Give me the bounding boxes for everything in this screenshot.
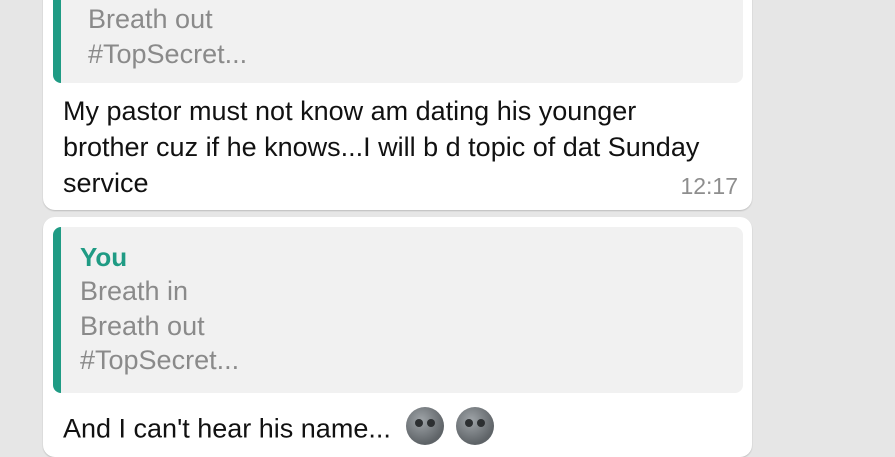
grimacing-face-emoji-icon (406, 407, 445, 445)
emoji-group (406, 407, 498, 454)
quoted-message[interactable]: You Breath in Breath out #TopSecret... (53, 227, 743, 393)
quoted-message-line: Breath in (80, 276, 189, 306)
quoted-message-line: #TopSecret... (88, 38, 248, 69)
grimacing-face-emoji-icon (455, 407, 494, 445)
message-bubble[interactable]: You Breath in Breath out #TopSecret... A… (43, 217, 752, 457)
message-text-row: And I can't hear his name... (63, 407, 703, 454)
message-text: And I can't hear his name... (63, 413, 391, 444)
quoted-message-author: You (80, 242, 128, 272)
quoted-message-line: #TopSecret... (80, 345, 240, 375)
quoted-message[interactable]: Breath out #TopSecret... (53, 0, 743, 83)
quoted-message-lines: Breath out #TopSecret... (88, 2, 247, 71)
quoted-message-line: Breath out (88, 4, 213, 34)
message-timestamp: 12:17 (680, 173, 738, 199)
message-bubble[interactable]: Breath out #TopSecret... My pastor must … (43, 0, 752, 210)
message-text: My pastor must not know am dating his yo… (63, 96, 700, 198)
quoted-message-line: Breath out (80, 310, 205, 341)
